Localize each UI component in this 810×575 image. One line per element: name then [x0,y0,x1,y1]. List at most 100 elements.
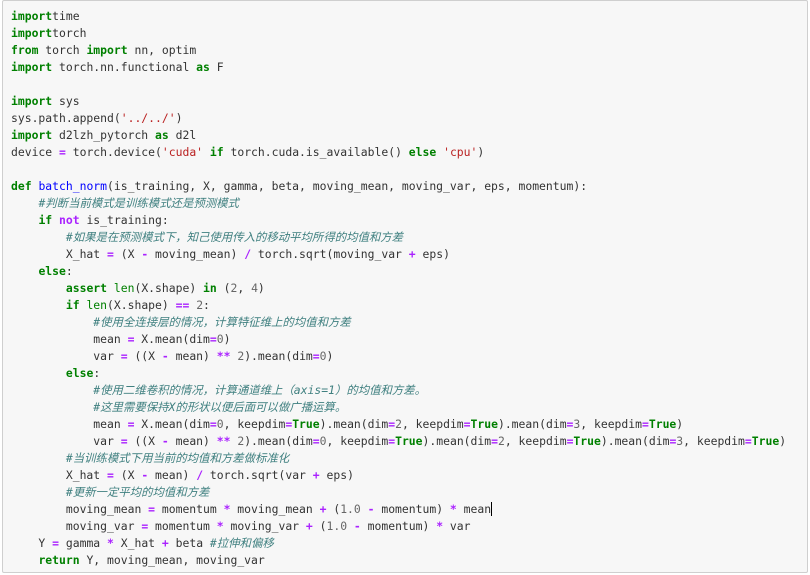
code-token: , keepdim [223,417,286,431]
code-token: ).mean(dim [244,349,313,363]
code-token: assert [65,281,108,295]
code-token: as [196,60,210,74]
code-line: else: [11,263,786,280]
code-token: d2lzh_pytorch [52,128,156,142]
code-token: len [86,298,108,312]
code-line: moving_var = momentum * moving_var + (1.… [11,518,786,535]
code-line: from torch import nn, optim [11,42,786,59]
code-token: = [463,417,471,431]
code-token: import [11,9,53,23]
code-token: True [573,434,601,448]
code-token: = [148,502,156,516]
code-line: #当训练模式下用当前的均值和方差做标准化 [11,450,786,467]
code-token: import [11,94,53,108]
code-token: Y, moving_mean, moving_var [79,553,265,567]
code-token: mean) [168,349,217,363]
code-token: ).mean(dim [244,434,313,448]
code-token: if [203,145,224,159]
code-token: True [292,417,320,431]
code-line: #如果是在预测模式下，知己使用传入的移动平均所得的均值和方差 [11,229,786,246]
code-token: moving_mean [11,502,149,516]
code-token: momentum) [360,519,437,533]
code-token: torch [52,26,87,40]
code-line: import sys [11,93,786,110]
code-token: var [443,519,471,533]
code-token: = [52,536,60,550]
code-token: * [449,502,457,516]
code-editor[interactable]: importtime importtorch from torch import n… [11,8,786,569]
code-token: else [38,264,66,278]
code-token: (X [113,468,142,482]
code-token: momentum [148,519,217,533]
code-comment: #使用全连接层的情况，计算特征维上的均值和方差 [93,315,351,329]
code-token: : [65,264,73,278]
code-token: ) [223,332,231,346]
code-token: - [161,434,169,448]
code-token: ( [326,502,341,516]
code-token: , keepdim [504,434,567,448]
code-line: import torch.nn.functional as F [11,59,786,76]
code-token: as [155,128,169,142]
code-token: = [120,434,128,448]
code-token: : [203,298,210,312]
code-comment: #拉伸和偏移 [209,536,274,550]
code-line: sys.path.append('../../') [11,110,786,127]
code-token: , keepdim [580,417,642,431]
code-token: True [395,434,423,448]
code-token: in [203,281,217,295]
text-cursor [491,502,493,516]
code-token: moving_mean) [148,247,245,261]
code-token: ).mean(dim [497,417,567,431]
code-token: = [209,417,217,431]
code-token: import [11,26,53,40]
code-token: return [38,553,80,567]
code-token: 0 [319,434,327,448]
code-token: torch.sqrt(var [203,468,313,482]
code-token: True [648,417,677,431]
code-line: importtorch [11,25,786,42]
code-comment: #这里需要保持X的形状以便后面可以做广播运算。 [93,400,347,414]
code-cell[interactable]: importtime importtorch from torch import n… [2,0,808,573]
code-token: '../../' [120,111,176,125]
code-token: ) [779,434,787,448]
code-token: mean [11,417,128,431]
code-token: ( [312,519,327,533]
code-line: var = ((X - mean) ** 2).mean(dim=0, keep… [11,433,786,450]
code-line: def batch_norm(is_training, X, gamma, be… [11,178,786,195]
code-token: if [38,213,53,227]
code-token: sys.path.append( [11,111,121,125]
code-line: Y = gamma * X_hat + beta #拉伸和偏移 [11,535,786,552]
code-token: * [216,519,224,533]
code-token: X_hat [113,536,162,550]
code-line: return Y, moving_mean, moving_var [11,552,786,569]
code-token: is_training: [79,213,169,227]
code-token: else [65,366,94,380]
code-token: , [237,281,252,295]
code-token: ** [216,349,231,363]
code-token: else [408,145,437,159]
code-token: ) [676,417,684,431]
code-line: #判断当前模式是训练模式还是预测模式 [11,195,786,212]
code-token: = [107,247,114,261]
code-line: importtime [11,8,786,25]
code-token: 2 [395,417,402,431]
code-token: (X.shape) [107,298,176,312]
code-token: : [93,366,101,380]
code-token: ( [216,281,231,295]
code-line: var = ((X - mean) ** 2).mean(dim=0) [11,348,786,365]
code-token: 'cpu' [443,145,478,159]
code-token: ).mean(dim [600,434,670,448]
code-token: X_hat [11,468,108,482]
code-token: = [642,417,649,431]
code-token: ) [175,111,183,125]
code-token: 0 [319,349,327,363]
code-token: 0 [216,332,224,346]
code-line: device = torch.device('cuda' if torch.cu… [11,144,786,161]
code-line: X_hat = (X - moving_mean) / torch.sqrt(m… [11,246,786,263]
